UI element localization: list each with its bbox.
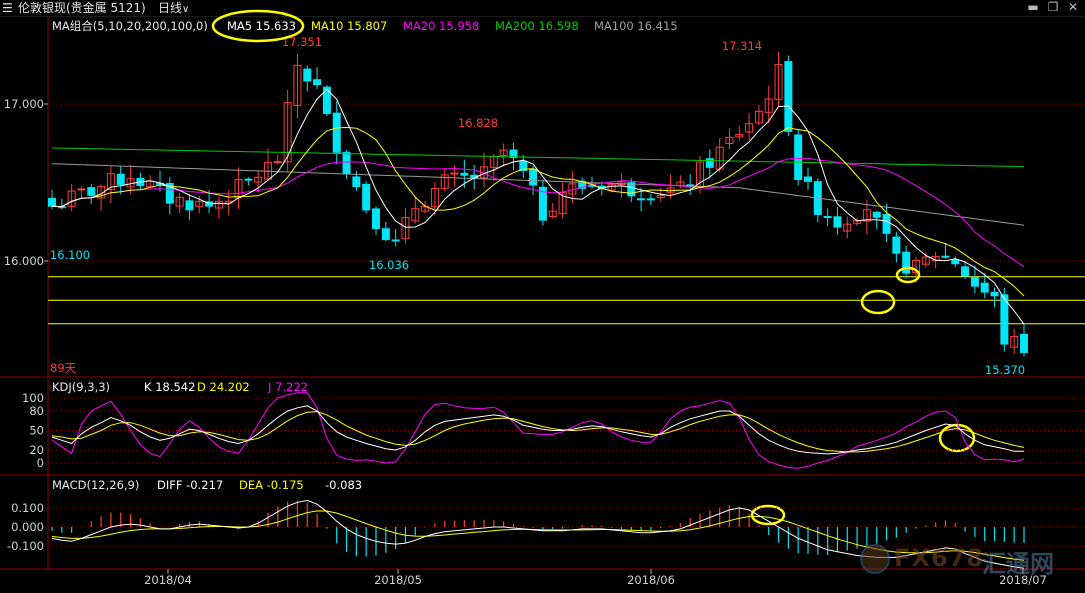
candle-body — [961, 266, 970, 277]
low-highlight-ellipse — [860, 289, 896, 315]
kdj-tick-label: 50 — [29, 424, 44, 438]
candle-body — [529, 168, 538, 186]
candle-body — [646, 198, 655, 201]
candle-body — [872, 211, 881, 218]
kdj-group-label[interactable]: KDJ(9,3,3) — [52, 380, 110, 394]
kdj-d-value: D 24.202 — [197, 380, 250, 394]
ma200-line — [51, 147, 1025, 168]
candle-body — [892, 236, 901, 254]
candle-body — [627, 182, 636, 197]
candle-body — [450, 172, 459, 175]
candle-body — [980, 282, 989, 293]
candle-body — [637, 198, 646, 201]
macd-tick-label: 0.000 — [11, 520, 44, 534]
kline-chart[interactable]: 17.00016.00017.35116.82817.31416.10016.0… — [0, 0, 1085, 593]
ma-group-label[interactable]: MA组合(5,10,20,200,100,0) — [52, 19, 208, 33]
ma20-value: MA20 15.958 — [403, 19, 480, 33]
high-label-2: 16.828 — [458, 116, 498, 130]
macd-dea-value: DEA -0.175 — [239, 478, 304, 492]
macd-diff-value: DIFF -0.217 — [157, 478, 224, 492]
candle-body — [951, 259, 960, 265]
candle-body — [705, 158, 714, 168]
high-label-3: 17.314 — [722, 39, 762, 53]
candle-body — [882, 214, 891, 234]
candle-body — [990, 291, 999, 297]
ma200-value: MA200 16.598 — [495, 19, 579, 33]
candle-body — [794, 134, 803, 180]
kdj-k-line — [51, 405, 1024, 455]
candle-body — [381, 228, 390, 241]
candle-body — [352, 176, 361, 188]
kdj-tick-label: 0 — [37, 456, 44, 470]
ma10-line — [51, 126, 1025, 297]
kdj-tick-label: 20 — [29, 443, 44, 457]
ma100-value: MA100 16.415 — [594, 19, 678, 33]
candle-body — [87, 187, 96, 196]
candle-body — [185, 200, 194, 211]
low-label-3: 15.370 — [985, 363, 1025, 377]
candle-body — [902, 251, 911, 274]
candle-body — [372, 208, 380, 230]
candle-body — [362, 183, 371, 211]
candle-body — [823, 215, 832, 219]
macd-tick-label: 0.100 — [11, 501, 44, 515]
candle-body — [391, 239, 400, 242]
kdj-d-line — [51, 411, 1025, 453]
ma10-value: MA10 15.807 — [311, 19, 388, 33]
days-label: 89天 — [50, 361, 77, 375]
candle-body — [332, 112, 341, 153]
watermark-text: FX678 — [894, 544, 984, 572]
candle-body — [460, 172, 469, 176]
candle-body — [48, 197, 56, 207]
candle-body — [970, 276, 979, 287]
candle-body — [1020, 333, 1028, 354]
macd-group-label[interactable]: MACD(12,26,9) — [52, 478, 139, 492]
candle-body — [313, 79, 322, 86]
candle-body — [804, 176, 812, 182]
candle-body — [833, 216, 842, 228]
x-tick-label: 2018/05 — [374, 573, 422, 587]
low-label-1: 16.100 — [50, 248, 90, 262]
fx678-watermark: FX678 汇通网 — [860, 540, 1080, 578]
fx678-logo-icon — [860, 544, 890, 574]
candle-body — [116, 173, 125, 185]
candle-body — [273, 161, 282, 164]
macd-bar-value: -0.083 — [325, 478, 363, 492]
candle-body — [77, 188, 86, 191]
ma5-value: MA5 15.633 — [227, 19, 296, 33]
x-tick-label: 2018/06 — [627, 573, 675, 587]
kdj-tick-label: 100 — [22, 391, 44, 405]
candles — [48, 52, 1028, 357]
candle-body — [941, 255, 950, 258]
x-tick-label: 2018/04 — [144, 573, 192, 587]
kdj-tick-label: 80 — [29, 404, 44, 418]
y-tick-label: 17.000 — [4, 97, 44, 111]
candle-body — [244, 178, 253, 181]
ma5-line — [51, 88, 1025, 325]
y-tick-label: 16.000 — [4, 254, 44, 268]
low-label-2: 16.036 — [369, 258, 409, 272]
candle-body — [784, 61, 793, 132]
macd-tick-label: -0.100 — [7, 539, 44, 553]
kdj-j-value: J 7.222 — [268, 380, 308, 394]
kdj-k-value: K 18.542 — [144, 380, 196, 394]
candle-body — [303, 68, 312, 82]
candle-body — [342, 151, 351, 174]
watermark-cn: 汇通网 — [982, 550, 1054, 578]
